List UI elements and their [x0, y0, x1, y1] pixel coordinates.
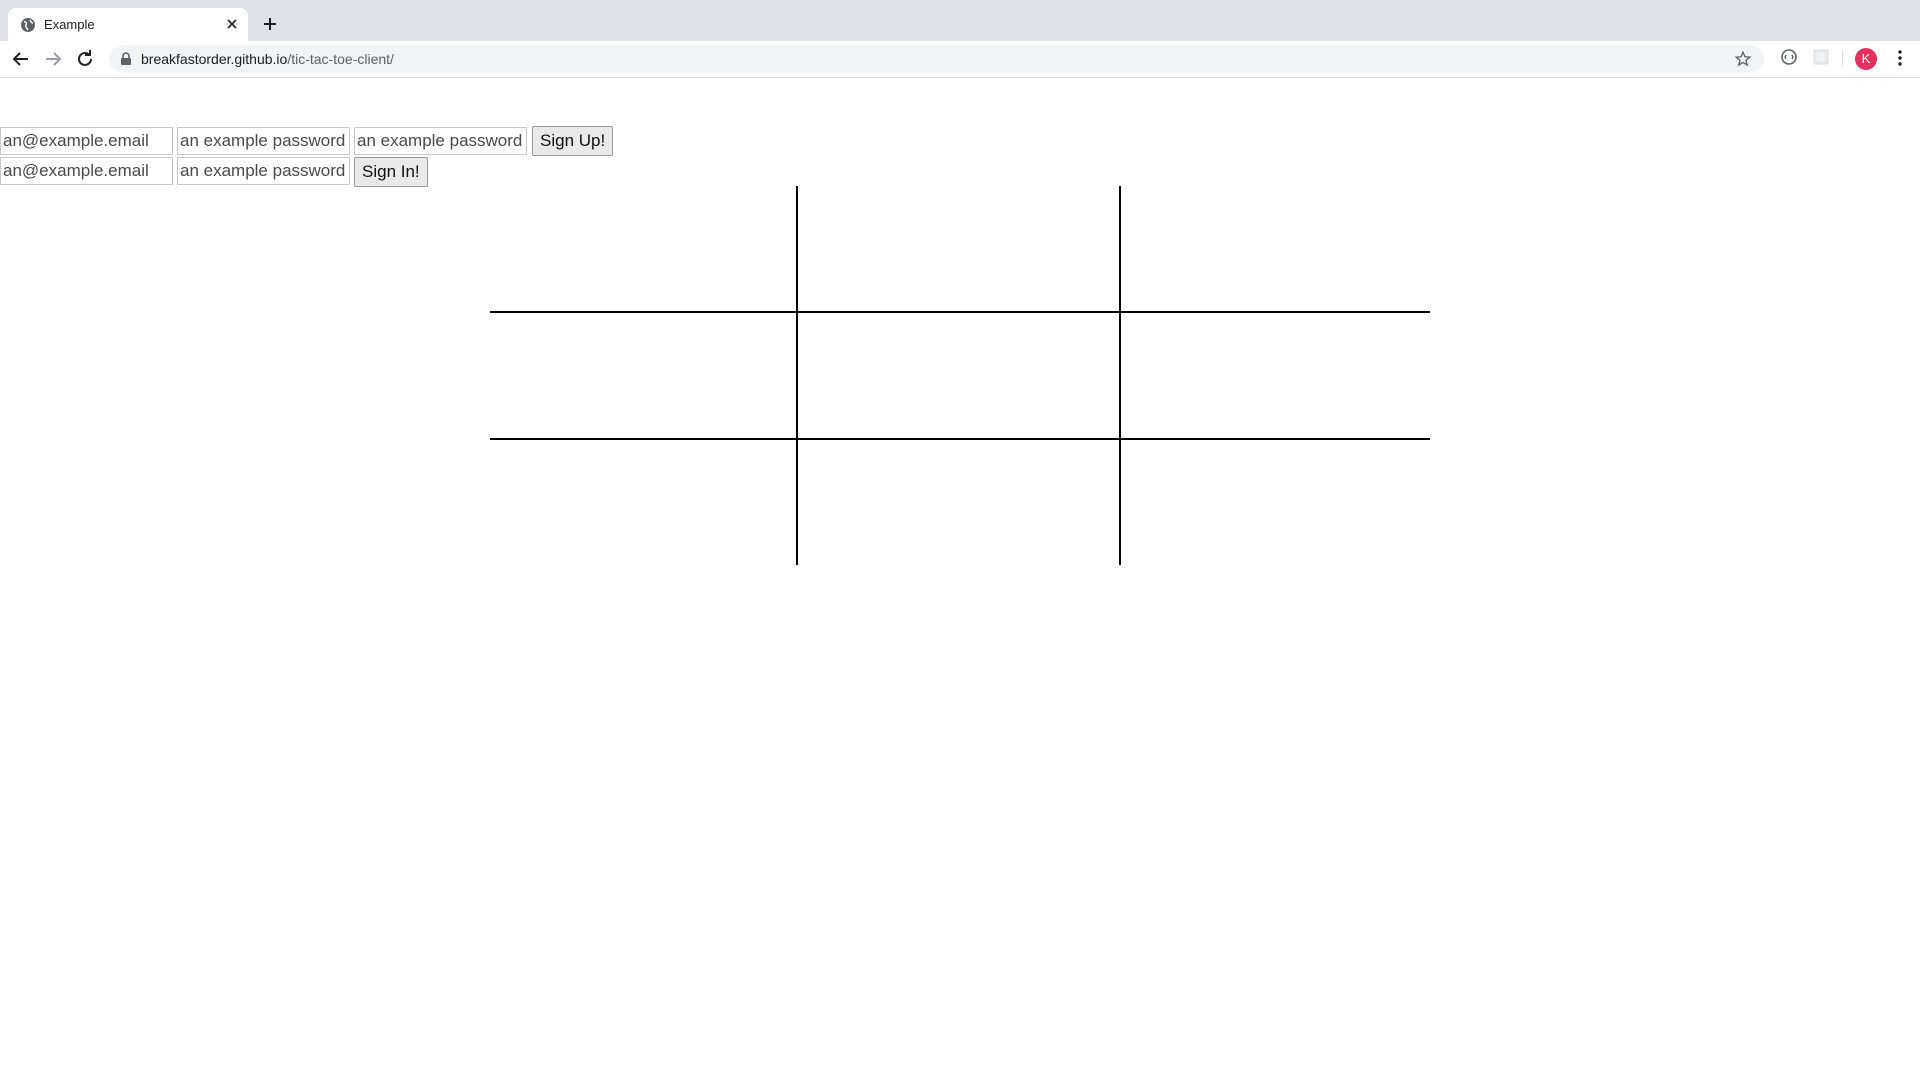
avatar[interactable]: K [1855, 48, 1877, 70]
plus-icon[interactable] [258, 12, 282, 36]
tab-title: Example [44, 17, 95, 32]
board-cell[interactable] [1120, 186, 1430, 312]
globe-icon [21, 18, 35, 32]
sign-up-button[interactable]: Sign Up! [532, 126, 614, 156]
browser-tab[interactable]: Example [8, 8, 248, 41]
back-arrow-icon[interactable] [9, 47, 33, 71]
game-board [490, 186, 1430, 565]
sign-in-email-field[interactable] [0, 157, 173, 185]
board-cell[interactable] [1120, 439, 1430, 565]
board-cell[interactable] [797, 186, 1120, 312]
board-grid-line [490, 438, 1430, 440]
extension-icon[interactable] [1779, 47, 1799, 67]
sign-in-form: Sign In! [0, 157, 440, 187]
url-host: breakfastorder.github.io [141, 51, 288, 67]
close-icon[interactable] [224, 16, 240, 32]
board-cell[interactable] [490, 312, 797, 439]
board-cell[interactable] [490, 439, 797, 565]
sign-up-password-field[interactable] [177, 127, 350, 155]
board-cell[interactable] [490, 186, 797, 312]
browser-toolbar: breakfastorder.github.io/tic-tac-toe-cli… [0, 41, 1920, 78]
star-icon[interactable] [1734, 50, 1752, 68]
reload-icon[interactable] [73, 47, 97, 71]
board-cell[interactable] [797, 312, 1120, 439]
board-grid-line [490, 311, 1430, 313]
url-path: /tic-tac-toe-client/ [287, 51, 394, 67]
board-grid-line [796, 186, 798, 565]
sign-up-form: Sign Up! [0, 126, 620, 156]
lock-icon[interactable] [119, 52, 133, 66]
sign-in-button[interactable]: Sign In! [354, 157, 428, 187]
address-bar[interactable]: breakfastorder.github.io/tic-tac-toe-cli… [109, 45, 1764, 73]
tab-strip: Example [0, 0, 1920, 41]
board-cell[interactable] [1120, 312, 1430, 439]
url-text: breakfastorder.github.io/tic-tac-toe-cli… [141, 51, 394, 68]
extension-puzzle-icon[interactable] [1811, 47, 1831, 67]
sign-up-password-confirm-field[interactable] [354, 127, 527, 155]
sign-in-password-field[interactable] [177, 157, 350, 185]
forward-arrow-icon[interactable] [41, 47, 65, 71]
toolbar-divider [1842, 50, 1843, 68]
sign-up-email-field[interactable] [0, 127, 173, 155]
board-grid-line [1119, 186, 1121, 565]
kebab-menu-icon[interactable] [1890, 48, 1910, 68]
board-cell[interactable] [797, 439, 1120, 565]
